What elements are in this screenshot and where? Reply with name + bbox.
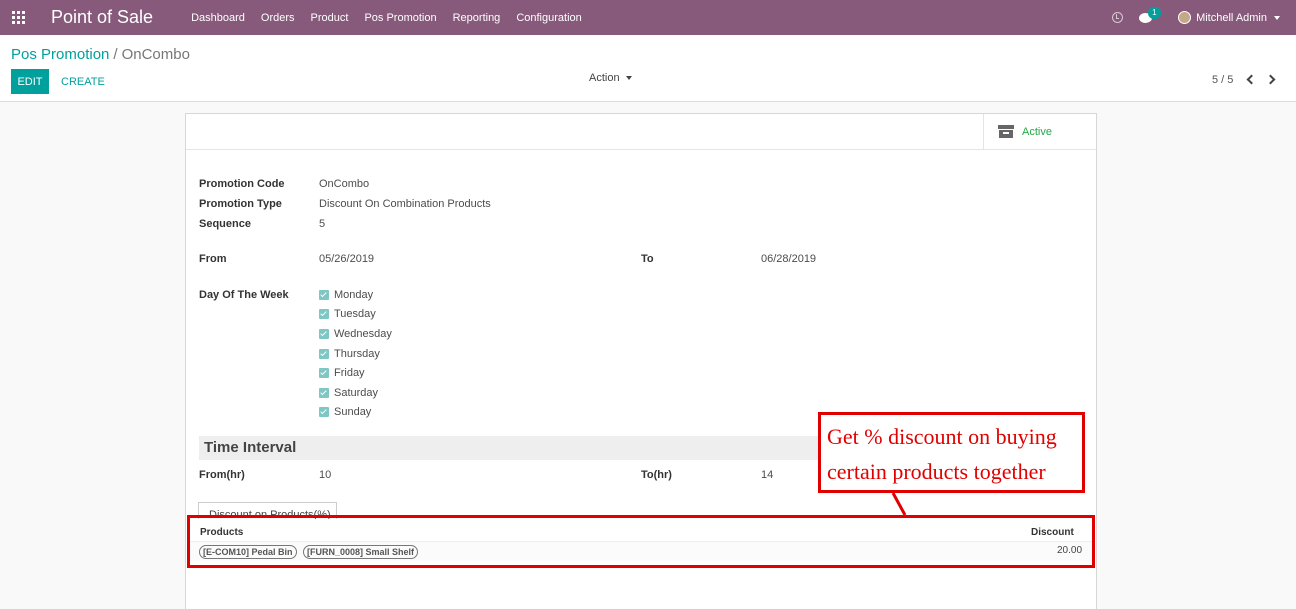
annotation-callout: Get % discount on buying certain product… bbox=[818, 412, 1085, 493]
annotation-line-1: Get % discount on buying bbox=[827, 424, 1057, 449]
annotation-line-2: certain products together bbox=[827, 459, 1046, 484]
callout-pointer bbox=[891, 492, 907, 516]
